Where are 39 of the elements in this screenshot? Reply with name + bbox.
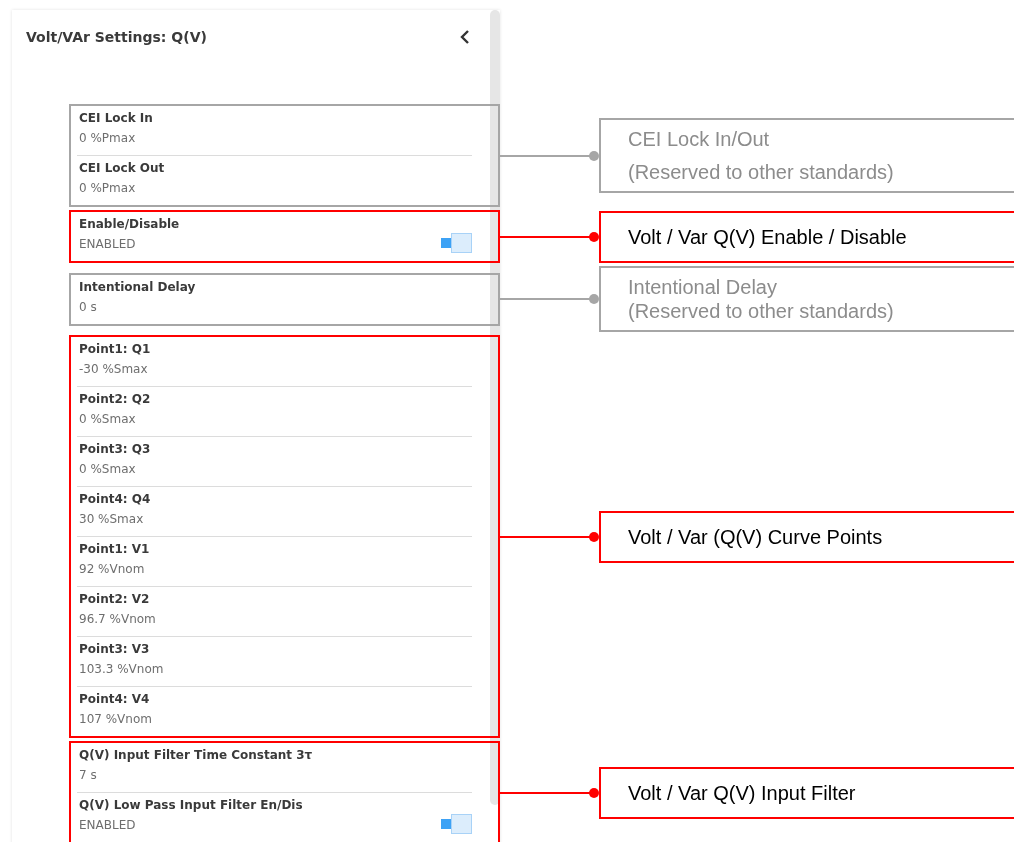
setting-label: Point1: V1 <box>79 542 150 556</box>
setting-value: 7 s <box>79 768 98 782</box>
callout-text: CEI Lock In/Out <box>628 127 771 151</box>
setting-label: Enable/Disable <box>79 217 180 231</box>
panel-title: Volt/VAr Settings: Q(V) <box>26 29 207 45</box>
setting-value: -30 %Smax <box>79 362 149 376</box>
setting-label: Point1: Q1 <box>79 342 151 356</box>
setting-value: 96.7 %Vnom <box>79 612 156 626</box>
setting-label: Q(V) Low Pass Input Filter En/Dis <box>79 798 303 812</box>
setting-value: 103.3 %Vnom <box>79 662 164 676</box>
callout-text: (Reserved to other standards) <box>628 160 895 184</box>
setting-value: 0 %Smax <box>79 462 137 476</box>
setting-label: Q(V) Input Filter Time Constant 3τ <box>79 748 313 762</box>
setting-value: 0 s <box>79 299 98 314</box>
callout-text: (Reserved to other standards) <box>628 299 895 323</box>
setting-value: 0 %Pmax <box>79 181 137 195</box>
setting-value: 107 %Vnom <box>79 712 152 726</box>
callout-text: Volt / Var Q(V) Input Filter <box>628 780 857 805</box>
setting-label: Point2: V2 <box>79 592 151 606</box>
callout-text: Intentional Delay <box>628 275 778 299</box>
setting-value: 0 %Pmax <box>79 131 137 145</box>
setting-label: Point4: V4 <box>79 692 151 706</box>
toggle-switch[interactable] <box>441 814 472 834</box>
callout-text: Volt / Var Q(V) Enable / Disable <box>628 224 908 249</box>
setting-label: Point3: Q3 <box>79 442 151 456</box>
setting-label: Point4: Q4 <box>79 492 151 506</box>
setting-label: CEI Lock Out <box>79 161 165 175</box>
setting-label: Intentional Delay <box>79 279 196 294</box>
setting-value: 92 %Vnom <box>79 562 146 576</box>
setting-label: Point2: Q2 <box>79 392 151 406</box>
setting-value: ENABLED <box>79 818 137 832</box>
setting-value: ENABLED <box>79 237 137 251</box>
toggle-switch[interactable] <box>441 233 472 253</box>
setting-label: Point3: V3 <box>79 642 151 656</box>
setting-label: CEI Lock In <box>79 111 153 125</box>
callout-text: Volt / Var (Q(V) Curve Points <box>628 524 884 549</box>
setting-value: 0 %Smax <box>79 412 137 426</box>
setting-value: 30 %Smax <box>79 512 145 526</box>
collapse-chevron-icon[interactable] <box>460 29 470 45</box>
